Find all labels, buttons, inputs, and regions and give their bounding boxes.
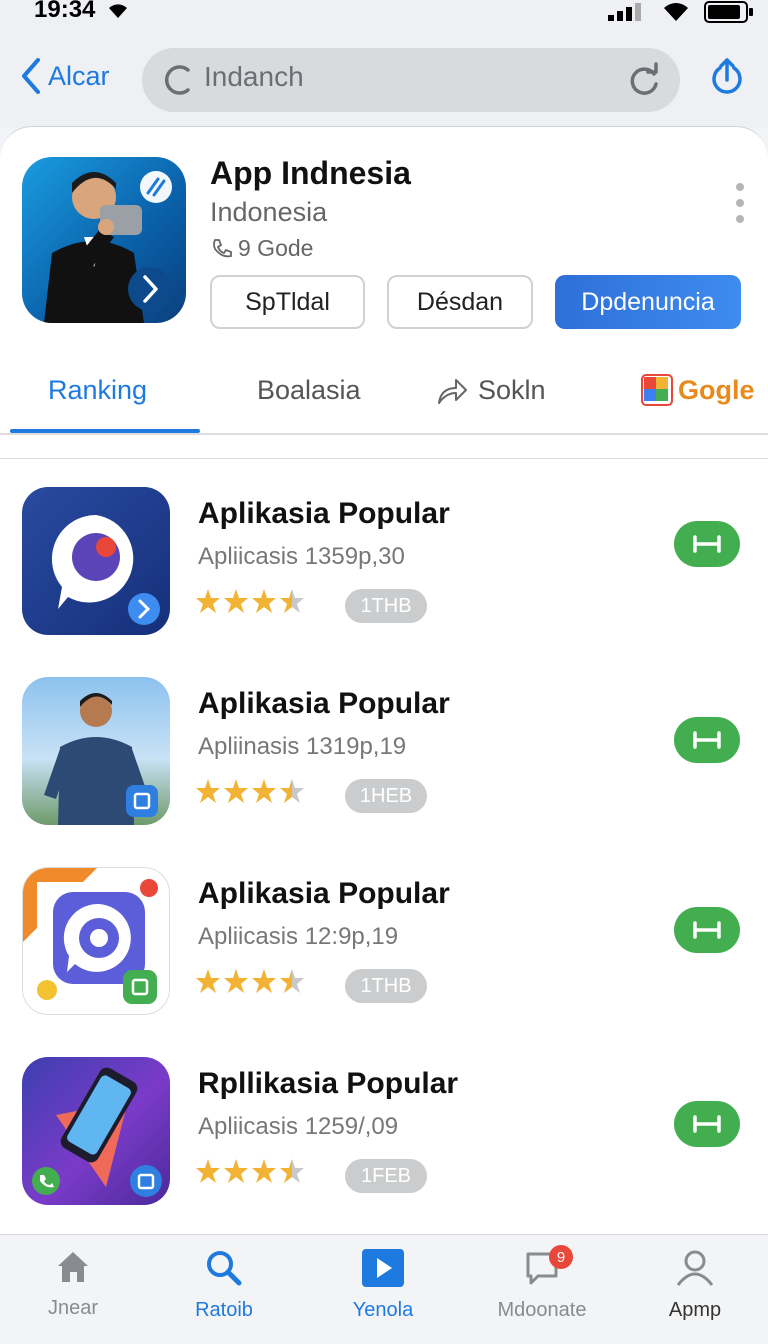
size-badge: 1THB [345,589,427,623]
size-badge: 1FEB [345,1159,427,1193]
app-subtitle: Apliicasis 1359p,30 [198,543,405,570]
notification-badge: 9 [549,1245,573,1269]
play-icon [362,1249,404,1287]
get-button[interactable] [674,717,740,763]
status-time: 19:34 [34,0,96,23]
install-icon [693,535,721,553]
app-subtitle: Apliicasis 1259/,09 [198,1113,399,1140]
list-item[interactable]: Rpllikasia Popular Apliicasis 1259/,09 1… [0,1029,768,1219]
app-list: Aplikasia Popular Apliicasis 1359p,30 1T… [0,458,768,1234]
get-button[interactable] [674,521,740,567]
refresh-icon[interactable] [626,62,662,98]
app-name: Rpllikasia Popular [198,1067,459,1100]
back-label: Alcar [48,60,110,91]
app-meta: 9 Gode [210,235,313,262]
list-item[interactable]: Aplikasia Popular Apliicasis 12:9p,19 1T… [0,839,768,1029]
tab-gogle[interactable]: Gogle [640,373,755,407]
tabbar-item-play[interactable]: Yenola [318,1249,448,1322]
tabbar-label: Ratoib [195,1299,253,1321]
back-button[interactable]: Alcar [20,58,110,94]
phone-app-icon [22,1057,170,1205]
tab-boalasia[interactable]: Boalasia [257,375,361,406]
tabbar-item-home[interactable]: Jnear [8,1249,138,1320]
phone-icon [213,238,232,257]
tab-label: Ranking [48,375,148,405]
app-subtitle: Apliicasis 12:9p,19 [198,923,399,950]
size-badge: 1HEB [345,779,427,813]
star-rating-icon [196,779,304,803]
tabbar-label: Yenola [352,1299,414,1321]
signal-icon [608,3,641,21]
wifi-icon [109,4,127,18]
camera-chat-icon [22,867,170,1015]
google-play-icon [641,374,673,406]
tabbar-item-search[interactable]: Ratoib [159,1249,289,1322]
app-name: Aplikasia Popular [198,687,450,720]
tab-active-indicator [10,429,200,433]
action-button-2[interactable]: Désdan [387,275,533,329]
tab-ranking[interactable]: Ranking [48,375,147,406]
app-meta-text: 9 Gode [238,235,314,261]
dot-icon [736,215,744,223]
search-value: Indanch [204,61,304,92]
search-icon [207,1251,242,1286]
status-bar: 19:34 [0,0,768,28]
tabbar-label: Jnear [47,1297,99,1319]
app-name: Aplikasia Popular [198,497,450,530]
list-item[interactable]: Aplikasia Popular Apliinasis 1319p,19 1H… [0,649,768,839]
battery-icon [704,1,753,23]
install-icon [693,731,721,749]
app-title: App Indnesia [210,155,411,191]
app-subtitle: Indonesia [210,197,328,227]
share-icon[interactable] [710,56,744,96]
person-selfie-icon [44,171,172,323]
status-right [608,0,754,24]
install-icon [693,921,721,939]
dot-icon [736,199,744,207]
profile-icon [676,1250,714,1286]
bottom-tab-bar: Jnear Ratoib Yenola 9 Mdoonate Apmp [0,1234,768,1344]
tabbar-item-profile[interactable]: Apmp [630,1249,760,1322]
dot-icon [736,183,744,191]
app-name: Aplikasia Popular [198,877,450,910]
search-input[interactable]: Indanch [142,48,680,112]
app-subtitle: Apliinasis 1319p,19 [198,733,407,760]
navigation-bar: Alcar Indanch [0,28,768,128]
tab-bar: Ranking Boalasia Sokln Gogle [0,355,768,435]
get-button[interactable] [674,1101,740,1147]
wifi-strength-icon [664,3,688,22]
forward-arrow-icon [438,378,467,404]
tabbar-label: Apmp [668,1299,722,1321]
install-icon [693,1115,721,1133]
get-button[interactable] [674,907,740,953]
star-rating-icon [196,969,304,993]
tabbar-label: Mdoonate [497,1299,587,1321]
chat-bubble-icon [22,487,170,635]
star-rating-icon [196,589,304,613]
tab-label: Gogle [678,374,755,405]
app-header-card: App Indnesia Indonesia 9 Gode SpTldal Dé… [0,126,768,458]
primary-action-button[interactable]: Dpdenuncia [555,275,741,329]
tab-label: Boalasia [257,375,361,405]
more-options-button[interactable] [734,183,746,223]
list-item[interactable]: Aplikasia Popular Apliicasis 1359p,30 1T… [0,459,768,649]
action-button-1[interactable]: SpTldal [210,275,365,329]
app-icon[interactable] [22,157,186,323]
tabbar-item-messages[interactable]: 9 Mdoonate [477,1245,607,1322]
loading-arc-icon [164,65,190,95]
tab-label: Sokln [478,375,546,405]
home-icon [58,1252,88,1282]
size-badge: 1THB [345,969,427,1003]
tab-sokln[interactable]: Sokln [436,375,546,406]
person-photo-icon [22,677,170,825]
chevron-left-icon [22,58,40,94]
star-rating-icon [196,1159,304,1183]
